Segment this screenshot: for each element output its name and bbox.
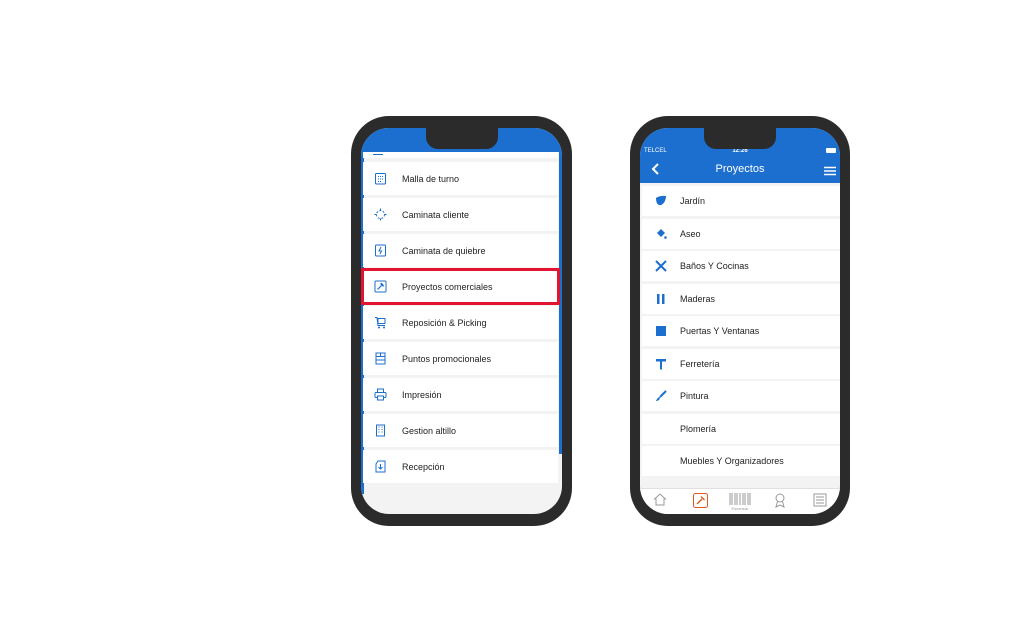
category-banos-y-cocinas[interactable]: Baños Y Cocinas — [642, 251, 840, 281]
tab-scan[interactable]: Escanear — [728, 493, 752, 513]
tab-label: Escanear — [731, 506, 749, 511]
menu-item-label: Caminata de quiebre — [402, 245, 486, 256]
bottom-tab-bar: Escanear — [640, 488, 840, 514]
menu-item-label: Malla de turno — [402, 173, 460, 184]
menu-item-gestion-altillo[interactable]: Gestion altillo — [363, 414, 558, 447]
category-plomeria[interactable]: Plomería — [642, 413, 840, 444]
menu-item-label: Caminata cliente — [402, 209, 470, 220]
building-icon — [373, 424, 387, 438]
category-puertas-y-ventanas[interactable]: Puertas Y Ventanas — [642, 316, 840, 346]
menu-item-label: Gestion altillo — [402, 425, 457, 436]
menu-item-puntos-promocionales[interactable]: Puntos promocionales — [363, 342, 558, 375]
printer-icon — [373, 388, 387, 402]
menu-item-recepcion[interactable]: Recepción — [363, 450, 558, 483]
brush-icon — [654, 389, 668, 403]
tab-projects[interactable] — [688, 493, 712, 513]
menu-item-impresion[interactable]: Impresión — [363, 378, 558, 411]
leaf-icon — [654, 194, 668, 208]
category-label: Plomería — [680, 423, 717, 434]
phone-left: Malla de turno Caminata cliente Caminata… — [351, 116, 572, 526]
door-icon — [654, 324, 668, 338]
menu-item-label: Recepción — [402, 461, 445, 472]
barcode-icon — [729, 493, 751, 505]
wood-planks-icon — [654, 292, 668, 306]
cart-icon — [373, 316, 387, 330]
phone-left-screen: Malla de turno Caminata cliente Caminata… — [361, 128, 562, 514]
hammer-icon — [692, 493, 708, 508]
menu-item-caminata-de-quiebre[interactable]: Caminata de quiebre — [363, 234, 558, 267]
phone-right: TELCEL 12:26 Proyectos Jardín Aseo Baños… — [630, 116, 850, 526]
menu-item-malla-de-turno[interactable]: Malla de turno — [363, 162, 558, 195]
award-icon — [775, 493, 785, 508]
category-label: Baños Y Cocinas — [680, 261, 749, 271]
tab-awards[interactable] — [768, 493, 792, 513]
menu-list: Malla de turno Caminata cliente Caminata… — [361, 152, 560, 486]
category-muebles-y-organizadores[interactable]: Muebles Y Organizadores — [642, 446, 840, 476]
menu-item-caminata-cliente[interactable]: Caminata cliente — [363, 198, 558, 231]
phone-right-screen: TELCEL 12:26 Proyectos Jardín Aseo Baños… — [640, 128, 840, 514]
home-icon — [653, 493, 667, 506]
category-pintura[interactable]: Pintura — [642, 381, 840, 411]
category-aseo[interactable]: Aseo — [642, 218, 840, 249]
menu-item-label: Proyectos comerciales — [402, 281, 493, 292]
category-label: Muebles Y Organizadores — [680, 456, 784, 466]
utensils-icon — [654, 259, 668, 273]
tab-home[interactable] — [648, 493, 672, 513]
category-jardin[interactable]: Jardín — [642, 186, 840, 216]
menu-item-reposicion-picking[interactable]: Reposición & Picking — [363, 306, 558, 339]
edge-strip — [559, 152, 562, 454]
category-label: Pintura — [680, 391, 709, 401]
menu-item-proyectos-comerciales[interactable]: Proyectos comerciales — [361, 268, 560, 305]
category-maderas[interactable]: Maderas — [642, 283, 840, 314]
blank-icon — [654, 454, 668, 468]
menu-item-label: Puntos promocionales — [402, 353, 492, 364]
notch — [425, 128, 498, 149]
list-icon — [813, 493, 827, 507]
category-label: Jardín — [680, 196, 706, 206]
menu-item-label: Reposición & Picking — [402, 317, 487, 328]
category-label: Aseo — [680, 228, 701, 239]
notch — [704, 128, 776, 149]
tab-list[interactable] — [808, 493, 832, 513]
category-label: Maderas — [680, 293, 716, 304]
menu-item-label: Impresión — [402, 389, 442, 400]
receive-doc-icon — [373, 460, 387, 474]
hammer-icon — [373, 280, 387, 294]
category-label: Ferretería — [680, 358, 720, 369]
carrier-label: TELCEL — [644, 148, 667, 154]
paint-bucket-icon — [654, 227, 668, 241]
category-label: Puertas Y Ventanas — [680, 326, 760, 336]
bolt-doc-icon — [373, 244, 387, 258]
page-title: Proyectos — [715, 163, 765, 175]
blank-icon — [654, 422, 668, 436]
category-ferreteria[interactable]: Ferretería — [642, 348, 840, 379]
shelf-icon — [373, 352, 387, 366]
target-icon — [373, 208, 387, 222]
category-list: Jardín Aseo Baños Y Cocinas Maderas Puer… — [642, 186, 840, 479]
hamburger-menu-button[interactable] — [824, 164, 836, 176]
battery-icon — [826, 148, 836, 153]
hammer-icon — [654, 357, 668, 371]
status-bar: TELCEL 12:26 — [640, 148, 840, 158]
list-item-partial[interactable] — [363, 152, 558, 158]
calendar-icon — [373, 172, 387, 186]
